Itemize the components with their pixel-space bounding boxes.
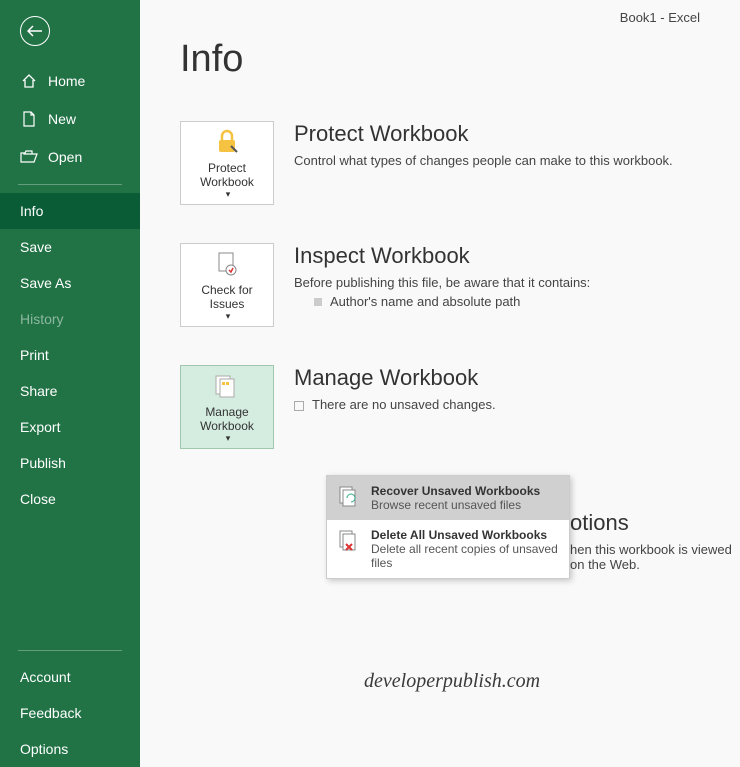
recover-unsaved-menu-item[interactable]: Recover Unsaved Workbooks Browse recent … bbox=[327, 476, 569, 520]
section-heading: Protect Workbook bbox=[294, 121, 740, 147]
manage-workbook-button[interactable]: Manage Workbook▾ bbox=[180, 365, 274, 449]
button-label: Protect Workbook bbox=[185, 161, 269, 189]
sidebar-item-saveas[interactable]: Save As bbox=[0, 265, 140, 301]
browser-view-section-partial: otions hen this workbook is viewed on th… bbox=[570, 510, 740, 572]
inspect-bullet: Author's name and absolute path bbox=[314, 294, 740, 309]
section-heading-partial: otions bbox=[570, 510, 740, 536]
check-issues-button[interactable]: Check for Issues▾ bbox=[180, 243, 274, 327]
sidebar-item-new[interactable]: New bbox=[0, 100, 140, 138]
chevron-down-icon: ▾ bbox=[226, 433, 231, 444]
document-icon bbox=[294, 401, 304, 411]
sidebar-item-label: Home bbox=[48, 73, 85, 89]
bullet-text: Author's name and absolute path bbox=[330, 294, 520, 309]
sidebar-item-label: Feedback bbox=[20, 705, 81, 721]
sidebar-item-label: Info bbox=[20, 203, 43, 219]
back-arrow-icon bbox=[20, 16, 50, 46]
sidebar-item-label: Export bbox=[20, 419, 60, 435]
section-description: There are no unsaved changes. bbox=[294, 397, 740, 412]
sidebar-item-label: History bbox=[20, 311, 64, 327]
inspect-section: Check for Issues▾ Inspect Workbook Befor… bbox=[180, 243, 740, 327]
manage-section: Manage Workbook▾ Manage Workbook There a… bbox=[180, 365, 740, 449]
sidebar-item-label: Open bbox=[48, 149, 82, 165]
divider bbox=[18, 650, 122, 651]
sidebar-item-publish[interactable]: Publish bbox=[0, 445, 140, 481]
manage-workbook-dropdown: Recover Unsaved Workbooks Browse recent … bbox=[326, 475, 570, 579]
sidebar-item-options[interactable]: Options bbox=[0, 731, 140, 767]
section-heading: Inspect Workbook bbox=[294, 243, 740, 269]
sidebar-item-label: Account bbox=[20, 669, 71, 685]
home-icon bbox=[20, 72, 38, 90]
workbook-icon bbox=[211, 370, 243, 401]
sidebar-item-account[interactable]: Account bbox=[0, 659, 140, 695]
sidebar-item-label: Publish bbox=[20, 455, 66, 471]
sidebar-item-label: Share bbox=[20, 383, 57, 399]
sidebar-item-feedback[interactable]: Feedback bbox=[0, 695, 140, 731]
main-content: Book1 - Excel Info Protect Workbook▾ Pro… bbox=[140, 0, 740, 767]
section-description: Before publishing this file, be aware th… bbox=[294, 275, 740, 290]
sidebar-item-home[interactable]: Home bbox=[0, 62, 140, 100]
sidebar-item-save[interactable]: Save bbox=[0, 229, 140, 265]
delete-icon bbox=[337, 528, 361, 552]
lock-icon bbox=[211, 126, 243, 157]
sidebar-item-label: Save As bbox=[20, 275, 71, 291]
section-description: Control what types of changes people can… bbox=[294, 153, 740, 168]
menu-item-title: Recover Unsaved Workbooks bbox=[371, 484, 540, 498]
delete-unsaved-menu-item[interactable]: Delete All Unsaved Workbooks Delete all … bbox=[327, 520, 569, 578]
divider bbox=[18, 184, 122, 185]
protect-workbook-button[interactable]: Protect Workbook▾ bbox=[180, 121, 274, 205]
page-title: Info bbox=[180, 38, 740, 81]
protect-section: Protect Workbook▾ Protect Workbook Contr… bbox=[180, 121, 740, 205]
sidebar-item-history: History bbox=[0, 301, 140, 337]
recover-icon bbox=[337, 484, 361, 508]
chevron-down-icon: ▾ bbox=[226, 189, 231, 200]
sidebar-item-print[interactable]: Print bbox=[0, 337, 140, 373]
sidebar-item-open[interactable]: Open bbox=[0, 138, 140, 176]
button-label: Manage Workbook bbox=[185, 405, 269, 433]
bullet-icon bbox=[314, 298, 322, 306]
sidebar-item-label: Save bbox=[20, 239, 52, 255]
sidebar-item-label: Options bbox=[20, 741, 68, 757]
menu-item-title: Delete All Unsaved Workbooks bbox=[371, 528, 559, 542]
sidebar-item-label: New bbox=[48, 111, 76, 127]
back-button[interactable] bbox=[0, 0, 140, 62]
chevron-down-icon: ▾ bbox=[226, 311, 231, 322]
open-icon bbox=[20, 148, 38, 166]
sidebar-item-info[interactable]: Info bbox=[0, 193, 140, 229]
title-bar: Book1 - Excel bbox=[620, 10, 700, 25]
sidebar-item-share[interactable]: Share bbox=[0, 373, 140, 409]
button-label: Check for Issues bbox=[185, 283, 269, 311]
section-description-partial: hen this workbook is viewed on the Web. bbox=[570, 542, 740, 572]
watermark: developerpublish.com bbox=[364, 670, 540, 693]
sidebar-item-label: Print bbox=[20, 347, 49, 363]
section-heading: Manage Workbook bbox=[294, 365, 740, 391]
new-icon bbox=[20, 110, 38, 128]
document-check-icon bbox=[211, 248, 243, 279]
sidebar-item-close[interactable]: Close bbox=[0, 481, 140, 517]
menu-item-desc: Browse recent unsaved files bbox=[371, 498, 540, 512]
sidebar: Home New Open Info Save Save As History … bbox=[0, 0, 140, 767]
sidebar-item-label: Close bbox=[20, 491, 56, 507]
menu-item-desc: Delete all recent copies of unsaved file… bbox=[371, 542, 559, 570]
sidebar-item-export[interactable]: Export bbox=[0, 409, 140, 445]
